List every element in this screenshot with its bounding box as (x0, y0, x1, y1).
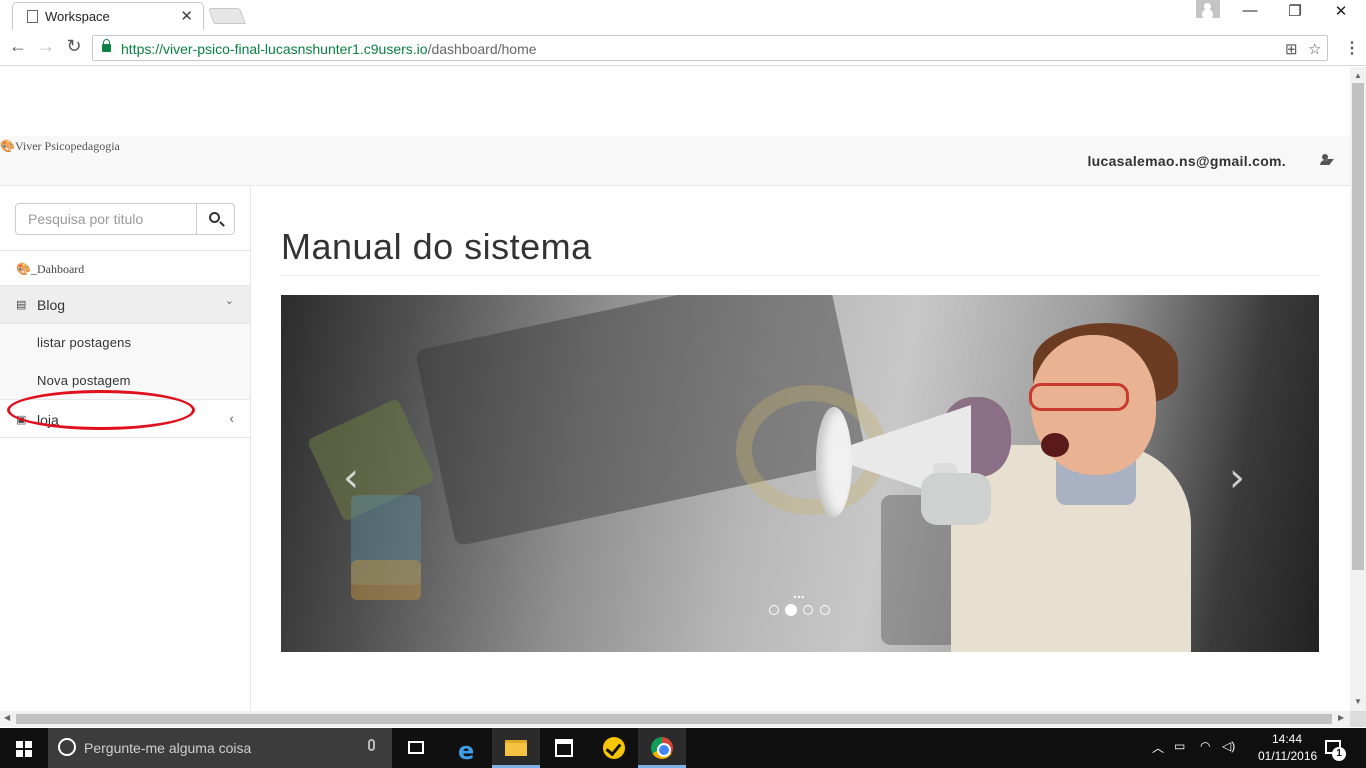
sidebar-subitem-listar-postagens[interactable]: listar postagens (0, 324, 250, 362)
file-icon: ▤ (16, 299, 27, 311)
horizontal-scrollbar[interactable]: ◀ ▶ (0, 711, 1350, 727)
reload-button[interactable]: ↻ (62, 36, 86, 57)
page-header: Manual do sistema (281, 226, 1319, 276)
carousel-indicator-active[interactable] (785, 604, 797, 616)
scroll-thumb[interactable] (16, 714, 1332, 724)
task-view-icon (408, 741, 424, 754)
norton-button[interactable] (590, 728, 638, 768)
scroll-thumb[interactable] (1352, 83, 1364, 570)
search-icon (209, 212, 220, 223)
taskbar-clock[interactable]: 14:44 01/11/2016 (1258, 731, 1318, 765)
scroll-up-icon[interactable]: ▲ (1354, 71, 1362, 80)
task-view-button[interactable] (392, 728, 440, 768)
search-button[interactable] (196, 203, 235, 235)
page-icon (27, 10, 38, 23)
minimize-button[interactable]: — (1227, 2, 1273, 19)
page-title: Manual do sistema (281, 226, 592, 267)
bookmark-star-icon[interactable]: ☆ (1308, 40, 1321, 58)
chevron-left-icon: ‹ (229, 410, 234, 426)
profile-icon[interactable] (1196, 0, 1220, 18)
sidebar-item-label: 🎨_Dahboard (16, 262, 85, 276)
edge-icon: e (458, 737, 475, 765)
sidebar-search (15, 203, 235, 235)
sidebar-subitem-label: Nova postagem (37, 373, 131, 388)
scroll-down-icon[interactable]: ▼ (1354, 697, 1362, 706)
sidebar-item-blog[interactable]: ▤ Blog ⌄ (0, 286, 250, 324)
clock-date: 01/11/2016 (1258, 749, 1318, 763)
tab-close-icon[interactable]: ✕ (180, 7, 193, 25)
notification-badge: 1 (1332, 747, 1346, 761)
scroll-right-icon[interactable]: ▶ (1338, 713, 1344, 722)
windows-taskbar: Pergunte-me alguma coisa e ︿ ▭ ◠ ◁) 14:4… (0, 728, 1366, 768)
brand-link[interactable]: 🎨Viver Psicopedagogia (0, 139, 120, 154)
edge-button[interactable]: e (444, 728, 492, 768)
tray-expand-icon[interactable]: ︿ (1152, 739, 1164, 756)
tab-title: Workspace (45, 9, 110, 24)
browser-tab[interactable]: Workspace ✕ (12, 2, 204, 30)
carousel-caption: ... (793, 585, 805, 601)
store-button[interactable] (540, 728, 588, 768)
cortana-search-text: Pergunte-me alguma coisa (84, 740, 252, 756)
chrome-icon (651, 737, 673, 759)
microphone-icon[interactable] (368, 739, 375, 751)
image-carousel: ‹ › ... (281, 295, 1319, 652)
chrome-button[interactable] (638, 728, 686, 768)
page-viewport: 🎨Viver Psicopedagogia lucasalemao.ns@gma… (0, 67, 1350, 711)
sidebar-subitem-label: listar postagens (37, 335, 132, 350)
clock-time: 14:44 (1271, 732, 1303, 746)
scroll-left-icon[interactable]: ◀ (4, 713, 10, 722)
store-icon (555, 739, 573, 757)
scrollbar-corner (1350, 711, 1366, 727)
wifi-icon[interactable]: ◠ (1200, 739, 1210, 753)
maximize-button[interactable]: ❐ (1272, 2, 1318, 20)
volume-icon[interactable]: ◁) (1222, 739, 1235, 753)
battery-icon[interactable]: ▭ (1174, 739, 1185, 753)
carousel-indicator[interactable] (769, 605, 779, 615)
browser-menu-icon[interactable]: ⋮ (1344, 38, 1360, 58)
chevron-down-icon: ⌄ (224, 295, 234, 307)
carousel-indicator[interactable] (820, 605, 830, 615)
lock-icon (102, 39, 111, 52)
norton-icon (603, 737, 625, 759)
red-highlight-annotation (7, 390, 195, 430)
carousel-next-button[interactable]: › (1229, 455, 1245, 501)
cortana-icon (58, 738, 76, 756)
vertical-scrollbar[interactable]: ▲ ▼ (1350, 67, 1366, 711)
caret-down-icon[interactable] (1326, 159, 1334, 164)
carousel-prev-button[interactable]: ‹ (343, 455, 359, 501)
windows-start-icon[interactable] (16, 741, 32, 757)
url-text: https://viver-psico-final-lucasnshunter1… (121, 41, 537, 57)
browser-toolbar: ← → ↻ https://viver-psico-final-lucasnsh… (0, 30, 1366, 66)
top-navbar: 🎨Viver Psicopedagogia lucasalemao.ns@gma… (0, 136, 1350, 186)
address-bar[interactable]: https://viver-psico-final-lucasnshunter1… (92, 35, 1328, 61)
carousel-indicator[interactable] (803, 605, 813, 615)
translate-icon[interactable]: ⊞ (1285, 40, 1298, 58)
search-input[interactable] (15, 203, 197, 235)
cortana-search-box[interactable]: Pergunte-me alguma coisa (48, 728, 392, 768)
user-email: lucasalemao.ns@gmail.com. (1087, 153, 1286, 169)
folder-icon (505, 740, 527, 756)
sidebar-item-label: Blog (37, 297, 66, 313)
sidebar-item-dashboard[interactable]: 🎨_Dahboard (0, 250, 250, 286)
forward-button[interactable]: → (34, 36, 58, 57)
close-window-button[interactable]: ✕ (1318, 2, 1364, 20)
back-button[interactable]: ← (6, 36, 30, 57)
sidebar: 🎨_Dahboard ▤ Blog ⌄ listar postagens Nov… (0, 186, 251, 711)
new-tab-button[interactable] (208, 8, 246, 24)
file-explorer-button[interactable] (492, 728, 540, 768)
browser-tab-bar: Workspace ✕ — ❐ ✕ (0, 0, 1366, 30)
